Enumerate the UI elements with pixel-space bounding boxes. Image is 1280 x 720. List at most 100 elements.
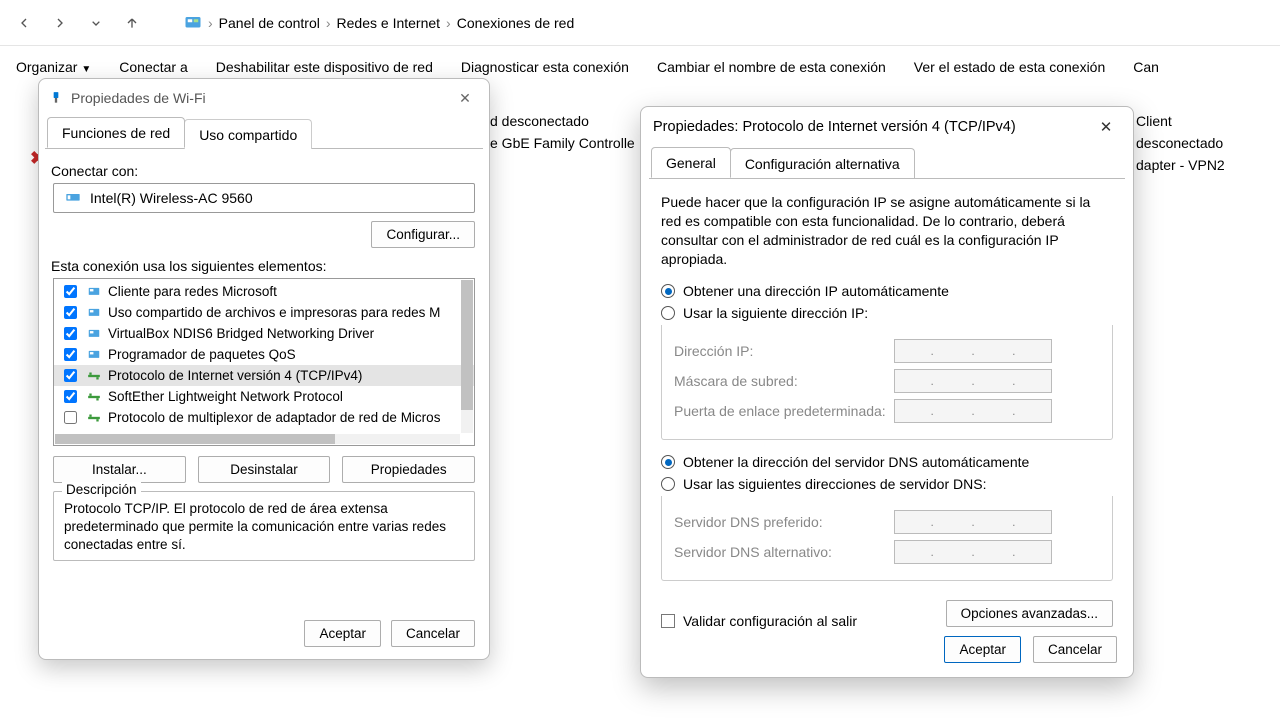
wifi-cancel-button[interactable]: Cancelar xyxy=(391,620,475,647)
component-row[interactable]: Protocolo de Internet versión 4 (TCP/IPv… xyxy=(54,365,474,386)
checkbox-validate-on-exit[interactable]: Validar configuración al salir xyxy=(661,613,857,629)
ipv4-cancel-button[interactable]: Cancelar xyxy=(1033,636,1117,663)
tab-general[interactable]: General xyxy=(651,147,731,178)
history-dropdown[interactable] xyxy=(82,9,110,37)
properties-button[interactable]: Propiedades xyxy=(342,456,475,483)
input-subnet-mask: ... xyxy=(894,369,1052,393)
uninstall-button[interactable]: Desinstalar xyxy=(198,456,331,483)
input-gateway: ... xyxy=(894,399,1052,423)
install-button[interactable]: Instalar... xyxy=(53,456,186,483)
label-dns-alternate: Servidor DNS alternativo: xyxy=(674,544,894,560)
radio-dot-icon xyxy=(661,306,675,320)
advanced-options-button[interactable]: Opciones avanzadas... xyxy=(946,600,1113,627)
component-row[interactable]: Programador de paquetes QoS xyxy=(54,344,474,365)
ipv4-explain-text: Puede hacer que la configuración IP se a… xyxy=(661,193,1113,269)
component-row[interactable]: Protocolo de multiplexor de adaptador de… xyxy=(54,407,474,428)
component-label: Protocolo de multiplexor de adaptador de… xyxy=(108,410,440,425)
service-icon xyxy=(86,285,102,299)
radio-manual-ip[interactable]: Usar la siguiente dirección IP: xyxy=(661,305,1113,321)
manual-dns-group: Servidor DNS preferido: ... Servidor DNS… xyxy=(661,496,1113,581)
adapter-icon xyxy=(49,89,63,107)
components-label: Esta conexión usa los siguientes element… xyxy=(51,258,477,274)
component-row[interactable]: Uso compartido de archivos e impresoras … xyxy=(54,302,474,323)
component-label: Uso compartido de archivos e impresoras … xyxy=(108,305,440,320)
protocol-icon xyxy=(86,369,102,383)
manual-ip-group: Dirección IP: ... Máscara de subred: ...… xyxy=(661,325,1113,440)
adapter-field: Intel(R) Wireless-AC 9560 xyxy=(53,183,475,213)
tab-alternate-config[interactable]: Configuración alternativa xyxy=(730,148,915,178)
tab-network-functions[interactable]: Funciones de red xyxy=(47,117,185,148)
close-button[interactable]: ✕ xyxy=(451,84,479,112)
component-checkbox[interactable] xyxy=(64,390,77,403)
label-ip-address: Dirección IP: xyxy=(674,343,894,359)
component-checkbox[interactable] xyxy=(64,306,77,319)
label-subnet-mask: Máscara de subred: xyxy=(674,373,894,389)
component-checkbox[interactable] xyxy=(64,285,77,298)
component-label: Cliente para redes Microsoft xyxy=(108,284,277,299)
component-checkbox[interactable] xyxy=(64,327,77,340)
component-row[interactable]: Cliente para redes Microsoft xyxy=(54,281,474,302)
ipv4-dialog-title: Propiedades: Protocolo de Internet versi… xyxy=(653,119,1016,135)
nic-icon xyxy=(64,190,82,206)
bg-adapter-right: Client desconectado dapter - VPN2 xyxy=(1136,110,1225,176)
radio-dot-icon xyxy=(661,477,675,491)
scrollbar-thumb-vertical[interactable] xyxy=(461,280,473,410)
component-row[interactable]: VirtualBox NDIS6 Bridged Networking Driv… xyxy=(54,323,474,344)
toolbar-status[interactable]: Ver el estado de esta conexión xyxy=(914,59,1105,75)
label-dns-preferred: Servidor DNS preferido: xyxy=(674,514,894,530)
crumb-network-internet[interactable]: Redes e Internet xyxy=(337,15,441,31)
component-label: Programador de paquetes QoS xyxy=(108,347,296,362)
ipv4-properties-dialog: Propiedades: Protocolo de Internet versi… xyxy=(640,106,1134,678)
radio-manual-dns[interactable]: Usar las siguientes direcciones de servi… xyxy=(661,476,1113,492)
wifi-ok-button[interactable]: Aceptar xyxy=(304,620,381,647)
bg-adapter-middle: d desconectado e GbE Family Controlle xyxy=(490,110,635,154)
protocol-icon xyxy=(86,411,102,425)
service-icon xyxy=(86,327,102,341)
toolbar-connect-to[interactable]: Conectar a xyxy=(119,59,187,75)
component-checkbox[interactable] xyxy=(64,411,77,424)
toolbar-organize[interactable]: Organizar ▼ xyxy=(16,59,91,75)
toolbar-rename[interactable]: Cambiar el nombre de esta conexión xyxy=(657,59,886,75)
toolbar-disable-device[interactable]: Deshabilitar este dispositivo de red xyxy=(216,59,433,75)
toolbar-change[interactable]: Can xyxy=(1133,59,1159,75)
service-icon xyxy=(86,306,102,320)
toolbar-diagnose[interactable]: Diagnosticar esta conexión xyxy=(461,59,629,75)
crumb-control-panel[interactable]: Panel de control xyxy=(219,15,320,31)
component-label: Protocolo de Internet versión 4 (TCP/IPv… xyxy=(108,368,362,383)
label-gateway: Puerta de enlace predeterminada: xyxy=(674,403,894,419)
tab-sharing[interactable]: Uso compartido xyxy=(184,119,312,149)
radio-auto-dns[interactable]: Obtener la dirección del servidor DNS au… xyxy=(661,454,1113,470)
service-icon xyxy=(86,348,102,362)
input-dns-alternate: ... xyxy=(894,540,1052,564)
dialog-title: Propiedades de Wi-Fi xyxy=(71,90,206,106)
breadcrumb[interactable]: › Panel de control › Redes e Internet › … xyxy=(184,14,574,32)
components-list[interactable]: Cliente para redes Microsoft Uso comparti… xyxy=(53,278,475,446)
forward-button[interactable] xyxy=(46,9,74,37)
description-title: Descripción xyxy=(62,482,141,497)
explorer-nav: › Panel de control › Redes e Internet › … xyxy=(0,0,1280,46)
input-ip-address: ... xyxy=(894,339,1052,363)
wifi-properties-dialog: Propiedades de Wi-Fi ✕ Funciones de red … xyxy=(38,78,490,660)
connect-using-label: Conectar con: xyxy=(51,163,477,179)
ipv4-ok-button[interactable]: Aceptar xyxy=(944,636,1021,663)
checkbox-icon xyxy=(661,614,675,628)
component-label: SoftEther Lightweight Network Protocol xyxy=(108,389,343,404)
component-row[interactable]: SoftEther Lightweight Network Protocol xyxy=(54,386,474,407)
component-checkbox[interactable] xyxy=(64,348,77,361)
component-label: VirtualBox NDIS6 Bridged Networking Driv… xyxy=(108,326,374,341)
scrollbar-thumb-horizontal[interactable] xyxy=(55,434,335,444)
crumb-network-connections[interactable]: Conexiones de red xyxy=(457,15,575,31)
description-group: Descripción Protocolo TCP/IP. El protoco… xyxy=(53,491,475,561)
ipv4-close-button[interactable]: ✕ xyxy=(1091,112,1121,142)
description-text: Protocolo TCP/IP. El protocolo de red de… xyxy=(64,500,464,554)
protocol-icon xyxy=(86,390,102,404)
radio-dot-icon xyxy=(661,284,675,298)
configure-button[interactable]: Configurar... xyxy=(371,221,475,248)
control-panel-icon xyxy=(184,14,202,32)
radio-dot-icon xyxy=(661,455,675,469)
radio-auto-ip[interactable]: Obtener una dirección IP automáticamente xyxy=(661,283,1113,299)
back-button[interactable] xyxy=(10,9,38,37)
up-button[interactable] xyxy=(118,9,146,37)
adapter-name: Intel(R) Wireless-AC 9560 xyxy=(90,190,253,206)
component-checkbox[interactable] xyxy=(64,369,77,382)
